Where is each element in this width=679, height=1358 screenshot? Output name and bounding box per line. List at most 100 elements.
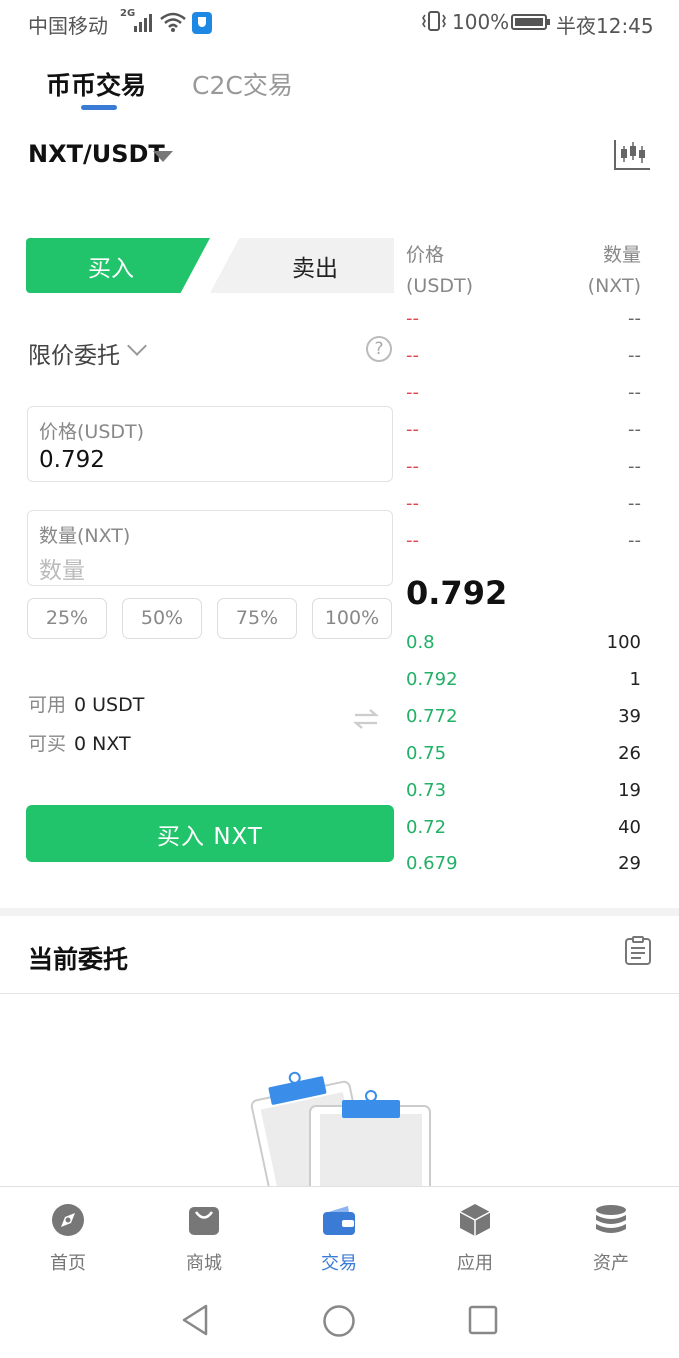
status-bar: 中国移动 2G 100% 半夜12:45 <box>0 0 679 46</box>
ask-qty: -- <box>628 308 641 329</box>
order-type-dropdown[interactable]: 限价委托 <box>28 336 120 370</box>
empty-clipboard-illustration <box>250 1071 431 1186</box>
ask-row[interactable]: -- -- <box>406 530 641 560</box>
nav-assets[interactable]: 资产 <box>561 1187 661 1283</box>
nav-assets-label: 资产 <box>593 1253 629 1274</box>
bid-qty: 29 <box>618 853 641 874</box>
buyable-value: 0 NXT <box>74 733 131 755</box>
bid-qty: 100 <box>606 632 641 653</box>
ask-qty: -- <box>628 493 641 514</box>
nav-mall[interactable]: 商城 <box>154 1187 254 1283</box>
carrier-label: 中国移动 <box>28 14 108 38</box>
ask-row[interactable]: -- -- <box>406 493 641 523</box>
available-balance: 可用 0 USDT <box>28 690 144 717</box>
percent-25-button[interactable]: 25% <box>27 598 107 639</box>
bid-price: 0.8 <box>406 632 435 653</box>
ask-row[interactable]: -- -- <box>406 456 641 486</box>
bottom-nav: 首页 商城 交易 应用 资产 <box>0 1186 679 1282</box>
nav-trade[interactable]: 交易 <box>289 1187 389 1283</box>
nav-trade-label: 交易 <box>321 1253 357 1274</box>
help-icon[interactable]: ? <box>366 336 392 362</box>
orderbook-qty-header: 数量 (NXT) <box>588 240 641 302</box>
qty-header-unit: (NXT) <box>587 275 641 297</box>
bid-price: 0.772 <box>406 706 458 727</box>
recents-square-icon[interactable] <box>468 1305 498 1335</box>
bid-row[interactable]: 0.8 100 <box>406 632 641 662</box>
nav-mall-label: 商城 <box>186 1253 222 1274</box>
buy-tab[interactable]: 买入 <box>26 238 210 293</box>
home-circle-icon[interactable] <box>322 1304 356 1338</box>
transfer-icon[interactable] <box>352 707 380 731</box>
network-type: 2G <box>120 8 136 19</box>
active-tab-indicator <box>81 105 117 110</box>
ask-price: -- <box>406 419 419 440</box>
bid-row[interactable]: 0.73 19 <box>406 780 641 810</box>
ask-qty: -- <box>628 530 641 551</box>
ask-price: -- <box>406 456 419 477</box>
ask-qty: -- <box>628 345 641 366</box>
cube-icon <box>459 1204 491 1236</box>
ask-row[interactable]: -- -- <box>406 308 641 338</box>
buyable-amount: 可买 0 NXT <box>28 729 131 756</box>
tab-spot-trading[interactable]: 币币交易 <box>46 66 146 102</box>
nav-apps-label: 应用 <box>457 1253 493 1274</box>
bid-row[interactable]: 0.792 1 <box>406 669 641 699</box>
ask-qty: -- <box>628 419 641 440</box>
bid-price: 0.792 <box>406 669 458 690</box>
compass-icon <box>52 1204 84 1236</box>
bid-row[interactable]: 0.772 39 <box>406 706 641 736</box>
sell-tab[interactable]: 卖出 <box>210 238 394 293</box>
section-divider <box>0 908 679 916</box>
percent-75-button[interactable]: 75% <box>217 598 297 639</box>
orderbook-price-header: 价格 (USDT) <box>406 240 473 302</box>
chevron-down-icon[interactable] <box>127 336 147 356</box>
bid-price: 0.75 <box>406 743 447 764</box>
ask-price: -- <box>406 382 419 403</box>
bid-price: 0.73 <box>406 780 447 801</box>
nav-apps[interactable]: 应用 <box>425 1187 525 1283</box>
quantity-input-placeholder[interactable]: 数量 <box>39 551 85 585</box>
ask-row[interactable]: -- -- <box>406 419 641 449</box>
pair-selector[interactable]: NXT/USDT <box>28 140 165 168</box>
bid-price: 0.679 <box>406 853 458 874</box>
bid-price: 0.72 <box>406 817 447 838</box>
current-orders-title: 当前委托 <box>28 945 129 974</box>
bid-row[interactable]: 0.72 40 <box>406 817 641 847</box>
tab-c2c-trading[interactable]: C2C交易 <box>192 66 293 102</box>
percent-100-button[interactable]: 100% <box>312 598 392 639</box>
ask-price: -- <box>406 493 419 514</box>
clock: 半夜12:45 <box>556 14 654 38</box>
price-input-label: 价格(USDT) <box>39 421 145 443</box>
battery-icon <box>511 14 550 30</box>
ask-row[interactable]: -- -- <box>406 345 641 375</box>
battery-percent: 100% <box>452 10 510 34</box>
order-history-icon[interactable] <box>624 936 652 966</box>
price-input-value[interactable]: 0.792 <box>39 447 105 473</box>
nav-home-label: 首页 <box>50 1253 86 1274</box>
buy-submit-button[interactable]: 买入 NXT <box>26 805 394 862</box>
caret-down-icon[interactable] <box>153 151 173 162</box>
wifi-icon <box>160 12 186 32</box>
qty-header-label: 数量 <box>602 244 641 266</box>
price-input[interactable]: 价格(USDT) 0.792 <box>27 406 393 482</box>
bid-qty: 1 <box>629 669 641 690</box>
nav-home[interactable]: 首页 <box>18 1187 118 1283</box>
bid-row[interactable]: 0.679 29 <box>406 853 641 883</box>
ask-row[interactable]: -- -- <box>406 382 641 412</box>
percent-50-button[interactable]: 50% <box>122 598 202 639</box>
available-label: 可用 <box>28 694 67 716</box>
bid-qty: 39 <box>618 706 641 727</box>
price-header-unit: (USDT) <box>406 275 474 297</box>
top-tabs: 币币交易 C2C交易 <box>0 58 679 118</box>
ask-qty: -- <box>628 456 641 477</box>
coins-stack-icon <box>596 1205 626 1233</box>
candlestick-chart-icon[interactable] <box>612 138 652 172</box>
quantity-input[interactable]: 数量(NXT) 数量 <box>27 510 393 586</box>
signal-icon <box>134 14 152 32</box>
quantity-input-label: 数量(NXT) <box>39 525 131 547</box>
bid-row[interactable]: 0.75 26 <box>406 743 641 773</box>
shield-icon <box>192 12 212 34</box>
ask-price: -- <box>406 345 419 366</box>
back-icon[interactable] <box>180 1304 210 1336</box>
last-price: 0.792 <box>406 574 508 612</box>
